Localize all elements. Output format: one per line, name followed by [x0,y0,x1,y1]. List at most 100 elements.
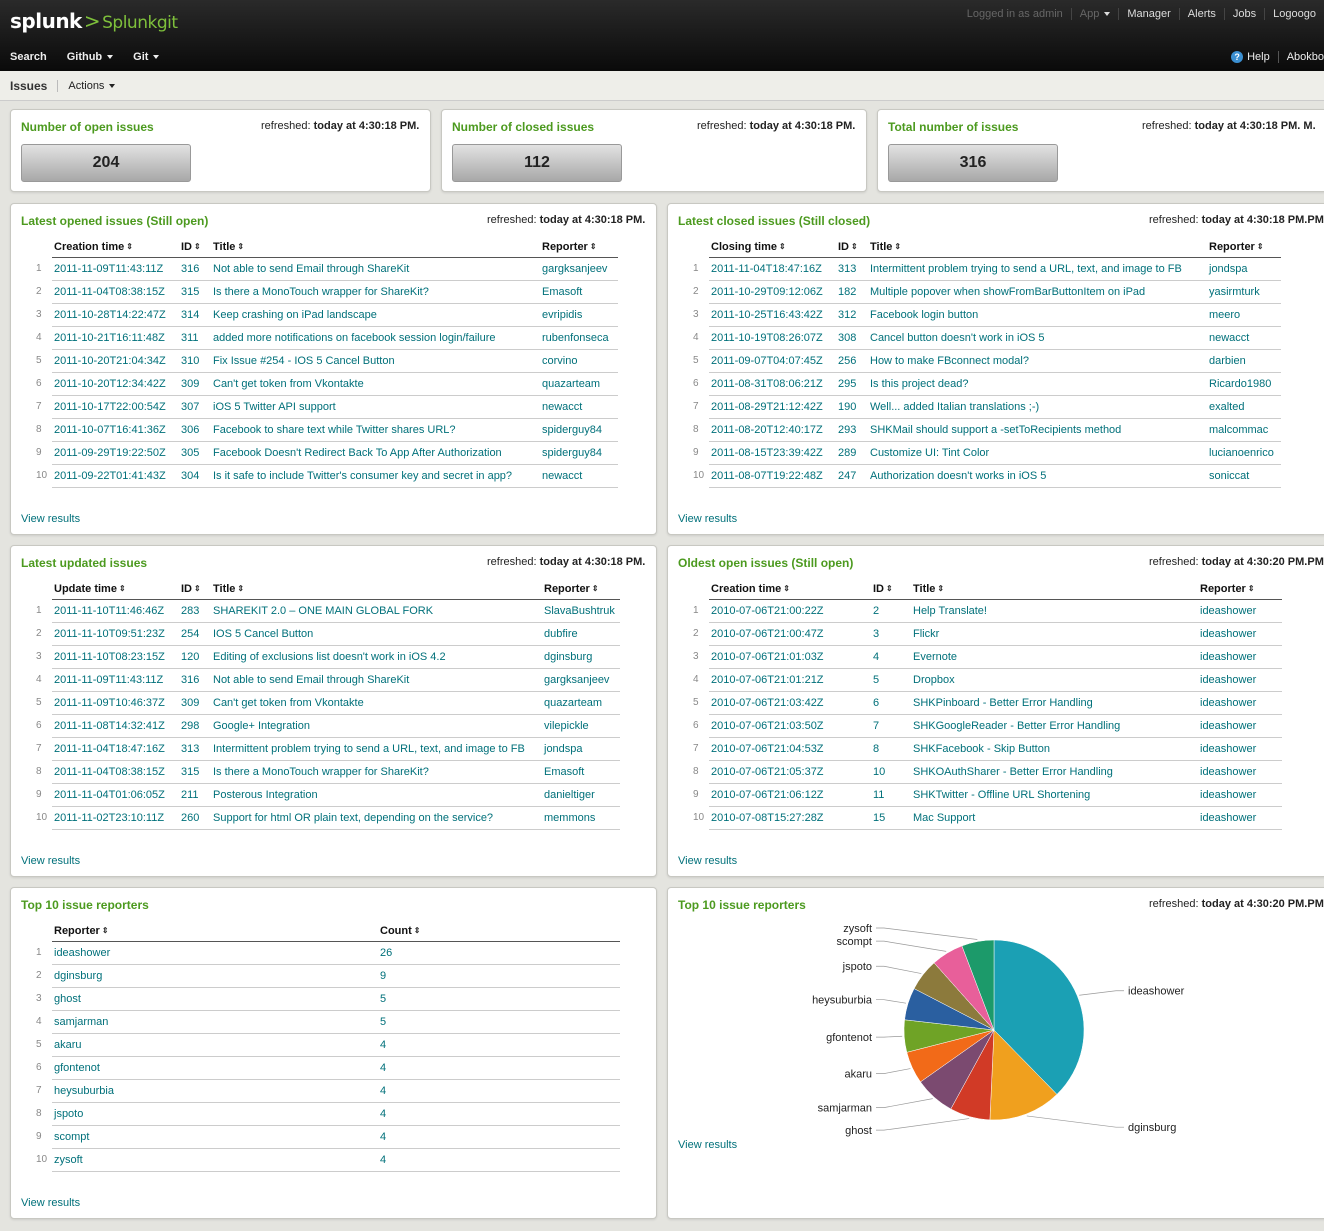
table-cell[interactable]: Facebook login button [868,303,1207,327]
table-cell[interactable]: 2010-07-06T21:03:42Z [709,691,871,715]
table-row[interactable]: 7 2011-11-04T18:47:16Z 313 Intermittent pro… [36,737,620,761]
table-row[interactable]: 9 2011-08-15T23:39:42Z 289 Customize UI: Ti… [693,441,1281,465]
table-cell[interactable]: Cancel button doesn't work in iOS 5 [868,326,1207,350]
column-header[interactable]: Closing time ⇕ [709,237,836,258]
table-cell[interactable]: akaru [52,1033,378,1057]
table-cell[interactable]: gargksanjeev [542,668,620,692]
table-cell[interactable]: 3 [871,622,911,646]
about-link[interactable]: Abokbo [1287,51,1324,63]
table-cell[interactable]: 247 [836,464,868,488]
sort-icon[interactable]: ⇕ [237,584,244,593]
table-row[interactable]: 2 2011-11-04T08:38:15Z 315 Is there a MonoT… [36,280,618,304]
table-cell[interactable]: Is it safe to include Twitter's consumer… [211,464,540,488]
table-cell[interactable]: scompt [52,1125,378,1149]
view-results-link[interactable]: View results [21,513,80,525]
table-cell[interactable]: 2011-10-29T09:12:06Z [709,280,836,304]
table-cell[interactable]: Intermittent problem trying to send a UR… [868,257,1207,281]
table-cell[interactable]: ideashower [1198,760,1282,784]
table-cell[interactable]: 316 [179,668,211,692]
table-cell[interactable]: meero [1207,303,1281,327]
table-cell[interactable]: 254 [179,622,211,646]
sort-icon[interactable]: ⇕ [592,584,599,593]
table-row[interactable]: 8 2011-11-04T08:38:15Z 315 Is there a MonoT… [36,760,620,784]
table-cell[interactable]: 4 [378,1102,620,1126]
table-row[interactable]: 9 2011-09-29T19:22:50Z 305 Facebook Doesn't… [36,441,618,465]
table-cell[interactable]: 304 [179,464,211,488]
table-cell[interactable]: 2011-08-20T12:40:17Z [709,418,836,442]
column-header[interactable]: ID ⇕ [836,237,868,258]
table-cell[interactable]: jspoto [52,1102,378,1126]
table-cell[interactable]: 309 [179,372,211,396]
view-results-link[interactable]: View results [678,513,737,525]
table-cell[interactable]: dginsburg [542,645,620,669]
table-cell[interactable]: 2010-07-06T21:00:22Z [709,599,871,623]
table-cell[interactable]: vilepickle [542,714,620,738]
table-cell[interactable]: SlavaBushtruk [542,599,620,623]
table-row[interactable]: 1 2011-11-10T11:46:46Z 283 SHAREKIT 2.0 – O… [36,599,620,623]
table-row[interactable]: 6 2011-10-20T12:34:42Z 309 Can't get token … [36,372,618,396]
table-cell[interactable]: Facebook Doesn't Redirect Back To App Af… [211,441,540,465]
table-cell[interactable]: ideashower [1198,714,1282,738]
table-cell[interactable]: 2010-07-06T21:01:03Z [709,645,871,669]
table-cell[interactable]: 2011-11-08T14:32:41Z [52,714,179,738]
table-cell[interactable]: ideashower [1198,668,1282,692]
table-cell[interactable]: SHKPinboard - Better Error Handling [911,691,1198,715]
sort-icon[interactable]: ⇕ [937,584,944,593]
table-row[interactable]: 10 2011-09-22T01:41:43Z 304 Is it safe to i… [36,464,618,488]
table-cell[interactable]: newacct [540,464,618,488]
column-header[interactable]: Update time ⇕ [52,579,179,600]
table-cell[interactable]: 311 [179,326,211,350]
table-cell[interactable]: 2011-08-07T19:22:48Z [709,464,836,488]
table-row[interactable]: 5 akaru 4 [36,1033,620,1057]
table-cell[interactable]: 310 [179,349,211,373]
column-header[interactable]: Title ⇕ [211,579,542,600]
table-cell[interactable]: heysuburbia [52,1079,378,1103]
table-row[interactable]: 4 2010-07-06T21:01:21Z 5 Dropbox ideashower [693,668,1282,692]
table-cell[interactable]: 289 [836,441,868,465]
sort-icon[interactable]: ⇕ [194,242,201,251]
table-row[interactable]: 8 2011-08-20T12:40:17Z 293 SHKMail should s… [693,418,1281,442]
table-cell[interactable]: 8 [871,737,911,761]
table-cell[interactable]: SHKMail should support a -setToRecipient… [868,418,1207,442]
table-row[interactable]: 1 2011-11-09T11:43:11Z 316 Not able to send… [36,257,618,281]
table-row[interactable]: 10 2011-08-07T19:22:48Z 247 Authorization d… [693,464,1281,488]
app-menu[interactable]: App [1070,8,1119,20]
table-cell[interactable]: Emasoft [542,760,620,784]
table-cell[interactable]: 313 [179,737,211,761]
column-header[interactable]: ID ⇕ [871,579,911,600]
table-cell[interactable]: ideashower [52,941,378,965]
table-cell[interactable]: How to make FBconnect modal? [868,349,1207,373]
table-cell[interactable]: 182 [836,280,868,304]
table-cell[interactable]: 312 [836,303,868,327]
table-cell[interactable]: 26 [378,941,620,965]
table-cell[interactable]: newacct [1207,326,1281,350]
total-issues-count[interactable]: 316 [888,144,1058,182]
table-cell[interactable]: 5 [871,668,911,692]
table-cell[interactable]: 2010-07-06T21:06:12Z [709,783,871,807]
table-row[interactable]: 3 2011-11-10T08:23:15Z 120 Editing of exclu… [36,645,620,669]
table-cell[interactable]: SHKOAuthSharer - Better Error Handling [911,760,1198,784]
sort-icon[interactable]: ⇕ [894,242,901,251]
table-cell[interactable]: Can't get token from Vkontakte [211,372,540,396]
table-cell[interactable]: memmons [542,806,620,830]
table-cell[interactable]: spiderguy84 [540,418,618,442]
table-row[interactable]: 5 2011-09-07T04:07:45Z 256 How to make FBco… [693,349,1281,373]
table-cell[interactable]: 2011-10-21T16:11:48Z [52,326,179,350]
table-row[interactable]: 9 2010-07-06T21:06:12Z 11 SHKTwitter - Offl… [693,783,1282,807]
table-cell[interactable]: ideashower [1198,783,1282,807]
table-cell[interactable]: danieltiger [542,783,620,807]
table-cell[interactable]: 2011-10-07T16:41:36Z [52,418,179,442]
column-header[interactable]: Reporter ⇕ [540,237,618,258]
help-link[interactable]: Help [1247,51,1270,63]
table-row[interactable]: 3 ghost 5 [36,987,620,1011]
table-cell[interactable]: 2011-11-02T23:10:11Z [52,806,179,830]
table-cell[interactable]: 313 [836,257,868,281]
column-header[interactable]: Reporter ⇕ [542,579,620,600]
table-row[interactable]: 10 zysoft 4 [36,1148,620,1172]
table-cell[interactable]: 305 [179,441,211,465]
table-cell[interactable]: quazarteam [542,691,620,715]
table-cell[interactable]: 2010-07-06T21:01:21Z [709,668,871,692]
nav-github[interactable]: Github [67,51,114,63]
actions-menu[interactable]: Actions [57,79,116,92]
table-cell[interactable]: 309 [179,691,211,715]
